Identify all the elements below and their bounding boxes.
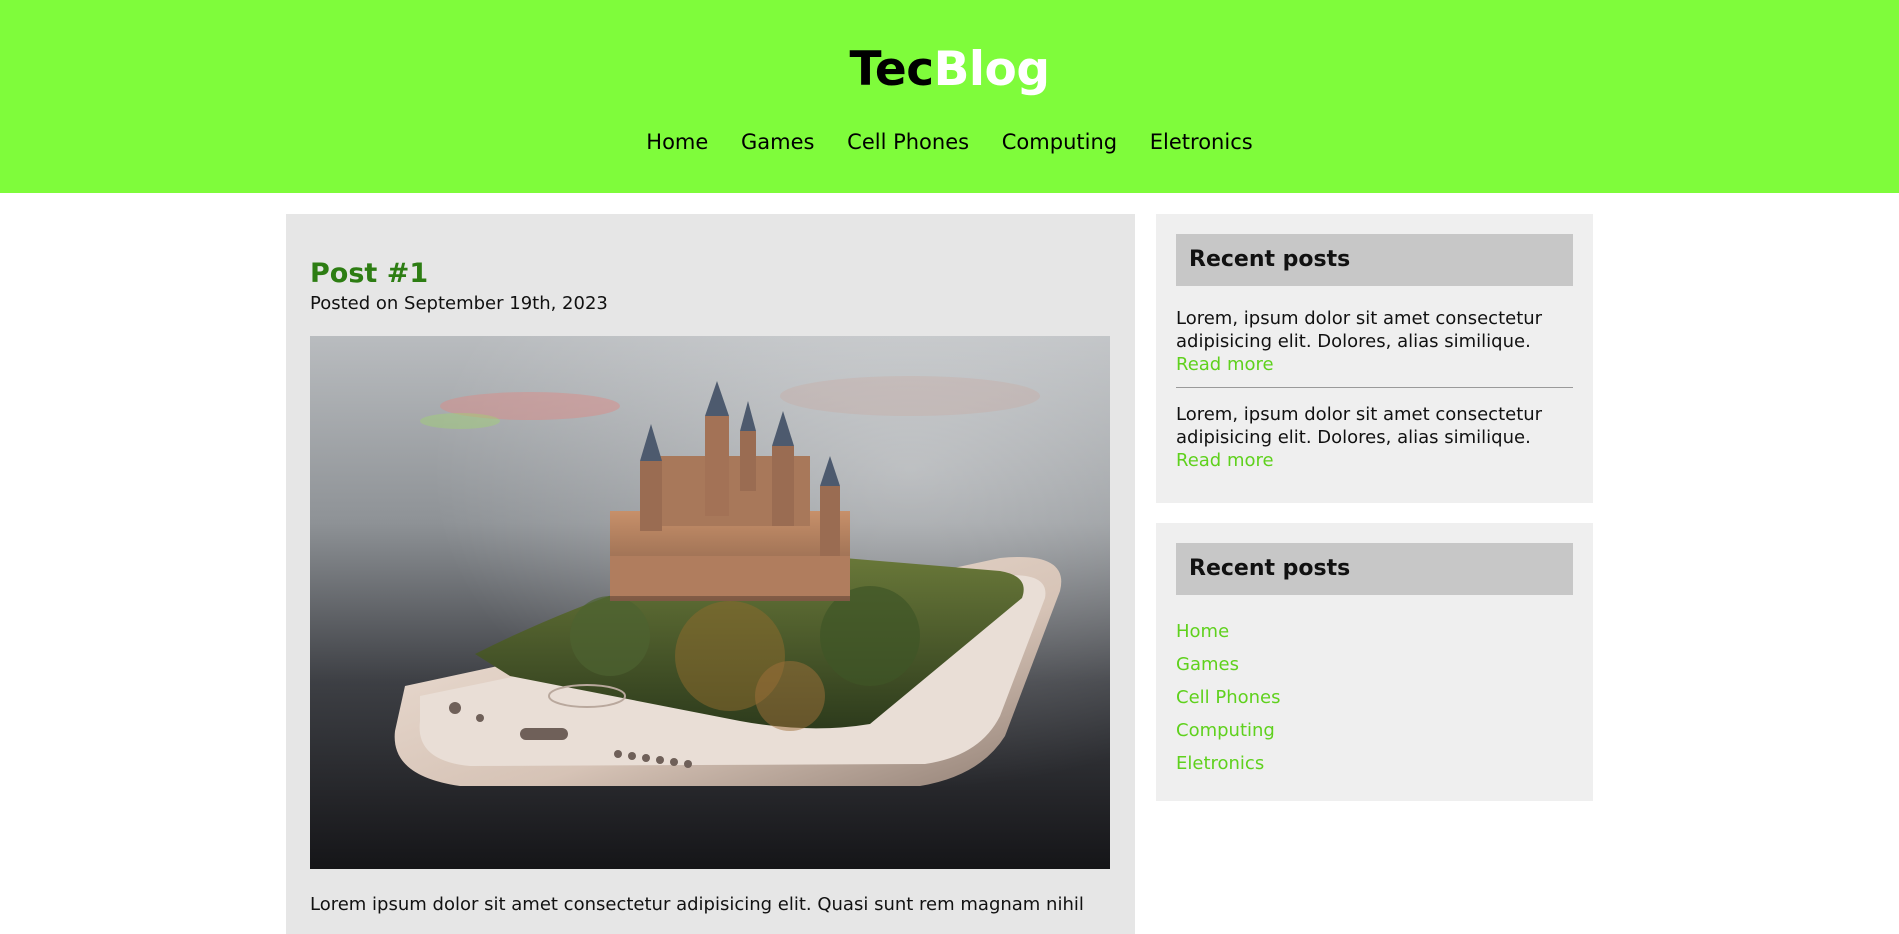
divider [1176,387,1573,388]
site-header: TecBlog Home Games Cell Phones Computing… [0,0,1899,193]
recent-post-text: Lorem, ipsum dolor sit amet consectetur … [1176,308,1543,352]
post-excerpt: Lorem ipsum dolor sit amet consectetur a… [310,894,1084,915]
logo-part-tec: Tec [849,42,935,97]
nav-home[interactable]: Home [646,130,708,154]
nav-cell-phones[interactable]: Cell Phones [847,130,969,154]
post-article: Post #1 Posted on September 19th, 2023 L… [286,214,1135,934]
recent-post-item: Lorem, ipsum dolor sit amet consectetur … [1176,403,1573,472]
recent-post-item: Lorem, ipsum dolor sit amet consectetur … [1176,307,1573,376]
nav-eletronics[interactable]: Eletronics [1150,130,1253,154]
categories-widget: Recent posts Home Games Cell Phones Comp… [1156,523,1593,801]
widget-title: Recent posts [1176,543,1573,595]
widget-title: Recent posts [1176,234,1573,286]
read-more-link[interactable]: Read more [1176,449,1573,472]
category-link-eletronics[interactable]: Eletronics [1176,747,1281,780]
category-link-home[interactable]: Home [1176,615,1281,648]
category-link-cell-phones[interactable]: Cell Phones [1176,681,1281,714]
recent-post-text: Lorem, ipsum dolor sit amet consectetur … [1176,404,1543,448]
nav-games[interactable]: Games [741,130,814,154]
post-date: Posted on September 19th, 2023 [310,293,608,314]
category-link-games[interactable]: Games [1176,648,1281,681]
category-link-computing[interactable]: Computing [1176,714,1281,747]
site-logo[interactable]: TecBlog [0,40,1899,100]
category-links: Home Games Cell Phones Computing Eletron… [1176,615,1281,780]
read-more-link[interactable]: Read more [1176,353,1573,376]
main-nav: Home Games Cell Phones Computing Eletron… [0,127,1899,157]
recent-posts-widget: Recent posts Lorem, ipsum dolor sit amet… [1156,214,1593,503]
post-title[interactable]: Post #1 [310,258,428,289]
logo-part-blog: Blog [933,42,1050,97]
post-image [310,336,1110,869]
nav-computing[interactable]: Computing [1002,130,1117,154]
